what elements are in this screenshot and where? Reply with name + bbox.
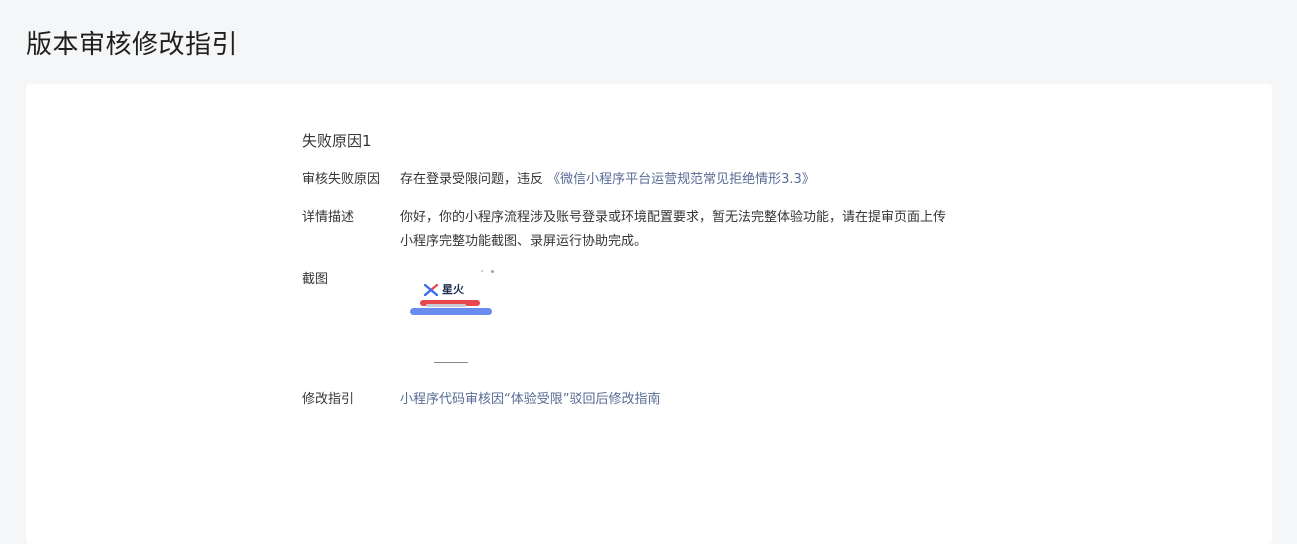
reason-label: 审核失败原因 [302, 172, 381, 187]
screenshot-label: 截图 [302, 272, 329, 287]
detail-row: 详情描述 你好，你的小程序流程涉及账号登录或环境配置要求，暂无法完整体验功能，请… [302, 206, 1022, 254]
detail-label: 详情描述 [302, 210, 355, 225]
rule-link[interactable]: 《微信小程序平台运营规范常见拒绝情形3.3》 [547, 172, 815, 187]
thumbnail-blue-button [410, 308, 492, 315]
failure-section: 失败原因1 审核失败原因 存在登录受限问题，违反 《微信小程序平台运营规范常见拒… [302, 130, 1022, 412]
detail-value: 你好，你的小程序流程涉及账号登录或环境配置要求，暂无法完整体验功能，请在提审页面… [400, 206, 1022, 254]
reason-text: 存在登录受限问题，违反 [400, 172, 544, 187]
reason-value: 存在登录受限问题，违反 《微信小程序平台运营规范常见拒绝情形3.3》 [400, 168, 1022, 192]
guide-value: 小程序代码审核因“体验受限”驳回后修改指南 [400, 388, 1022, 412]
detail-text-line-2: 小程序完整功能截图、录屏运行协助完成。 [400, 234, 648, 249]
thumbnail-subtext [426, 304, 466, 307]
guide-row: 修改指引 小程序代码审核因“体验受限”驳回后修改指南 [302, 388, 1022, 412]
app-logo: 星火 [424, 284, 464, 296]
screenshot-value: 星火 [400, 268, 1022, 382]
reason-row: 审核失败原因 存在登录受限问题，违反 《微信小程序平台运营规范常见拒绝情形3.3… [302, 168, 1022, 192]
review-card: 失败原因1 审核失败原因 存在登录受限问题，违反 《微信小程序平台运营规范常见拒… [26, 84, 1272, 544]
screenshot-thumbnail[interactable]: 星火 [400, 266, 496, 382]
guide-label: 修改指引 [302, 392, 355, 407]
section-title: 失败原因1 [302, 132, 372, 150]
screenshot-row: 截图 星火 [302, 268, 1022, 382]
status-dot [491, 270, 494, 273]
guide-link[interactable]: 小程序代码审核因“体验受限”驳回后修改指南 [400, 392, 660, 407]
thumbnail-underline [434, 362, 468, 363]
page-title: 版本审核修改指引 [26, 30, 239, 60]
spark-logo-icon [424, 284, 438, 296]
detail-text-line-1: 你好，你的小程序流程涉及账号登录或环境配置要求，暂无法完整体验功能，请在提审页面… [400, 210, 947, 225]
status-dot [481, 270, 483, 272]
app-logo-text: 星火 [442, 283, 464, 296]
